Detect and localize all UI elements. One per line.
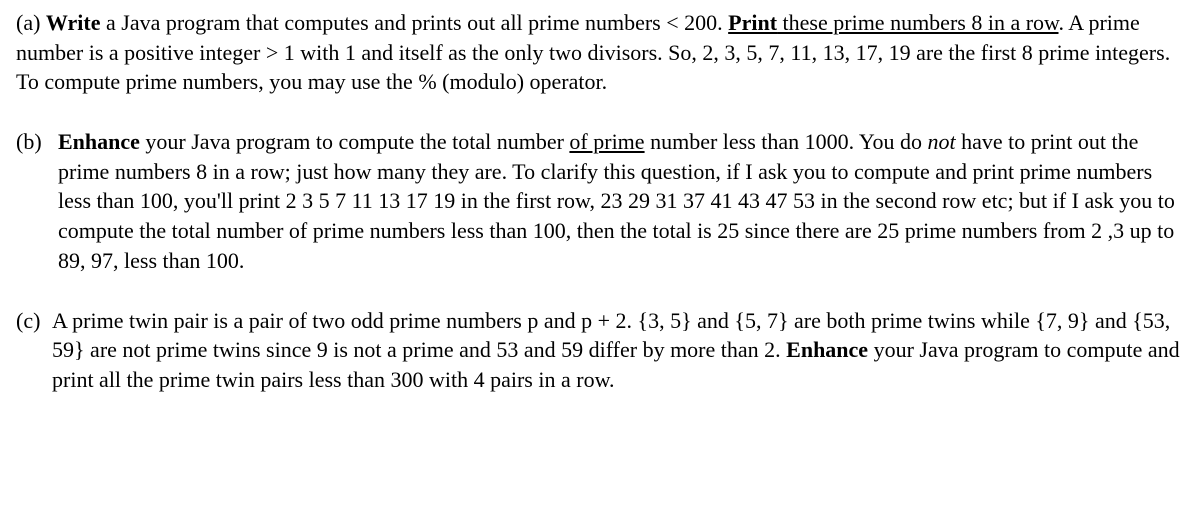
- part-b-text1: your Java program to compute the total n…: [140, 129, 570, 154]
- part-c-paragraph: (c) A prime twin pair is a pair of two o…: [16, 306, 1184, 395]
- part-a-print-rest: these prime numbers 8 in a row: [777, 10, 1058, 35]
- part-c-label: (c): [16, 306, 52, 395]
- part-b-paragraph: (b) Enhance your Java program to compute…: [16, 127, 1184, 275]
- part-a-write: Write: [46, 10, 101, 35]
- part-b-enhance: Enhance: [58, 129, 140, 154]
- part-a-paragraph: (a) Write a Java program that computes a…: [16, 8, 1184, 97]
- part-c-enhance: Enhance: [786, 337, 868, 362]
- part-c-body: A prime twin pair is a pair of two odd p…: [52, 306, 1184, 395]
- part-b-body: Enhance your Java program to compute the…: [58, 127, 1184, 275]
- part-a-label: (a): [16, 10, 40, 35]
- part-a-text1: a Java program that computes and prints …: [101, 10, 729, 35]
- part-b-not: not: [928, 129, 956, 154]
- part-a-print-underline: Print these prime numbers 8 in a row: [728, 10, 1058, 35]
- part-b-text2: number less than 1000. You do: [645, 129, 928, 154]
- part-a-print-bold: Print: [728, 10, 777, 35]
- part-b-label: (b): [16, 127, 58, 275]
- part-b-underline-ofprime: of prime: [569, 129, 644, 154]
